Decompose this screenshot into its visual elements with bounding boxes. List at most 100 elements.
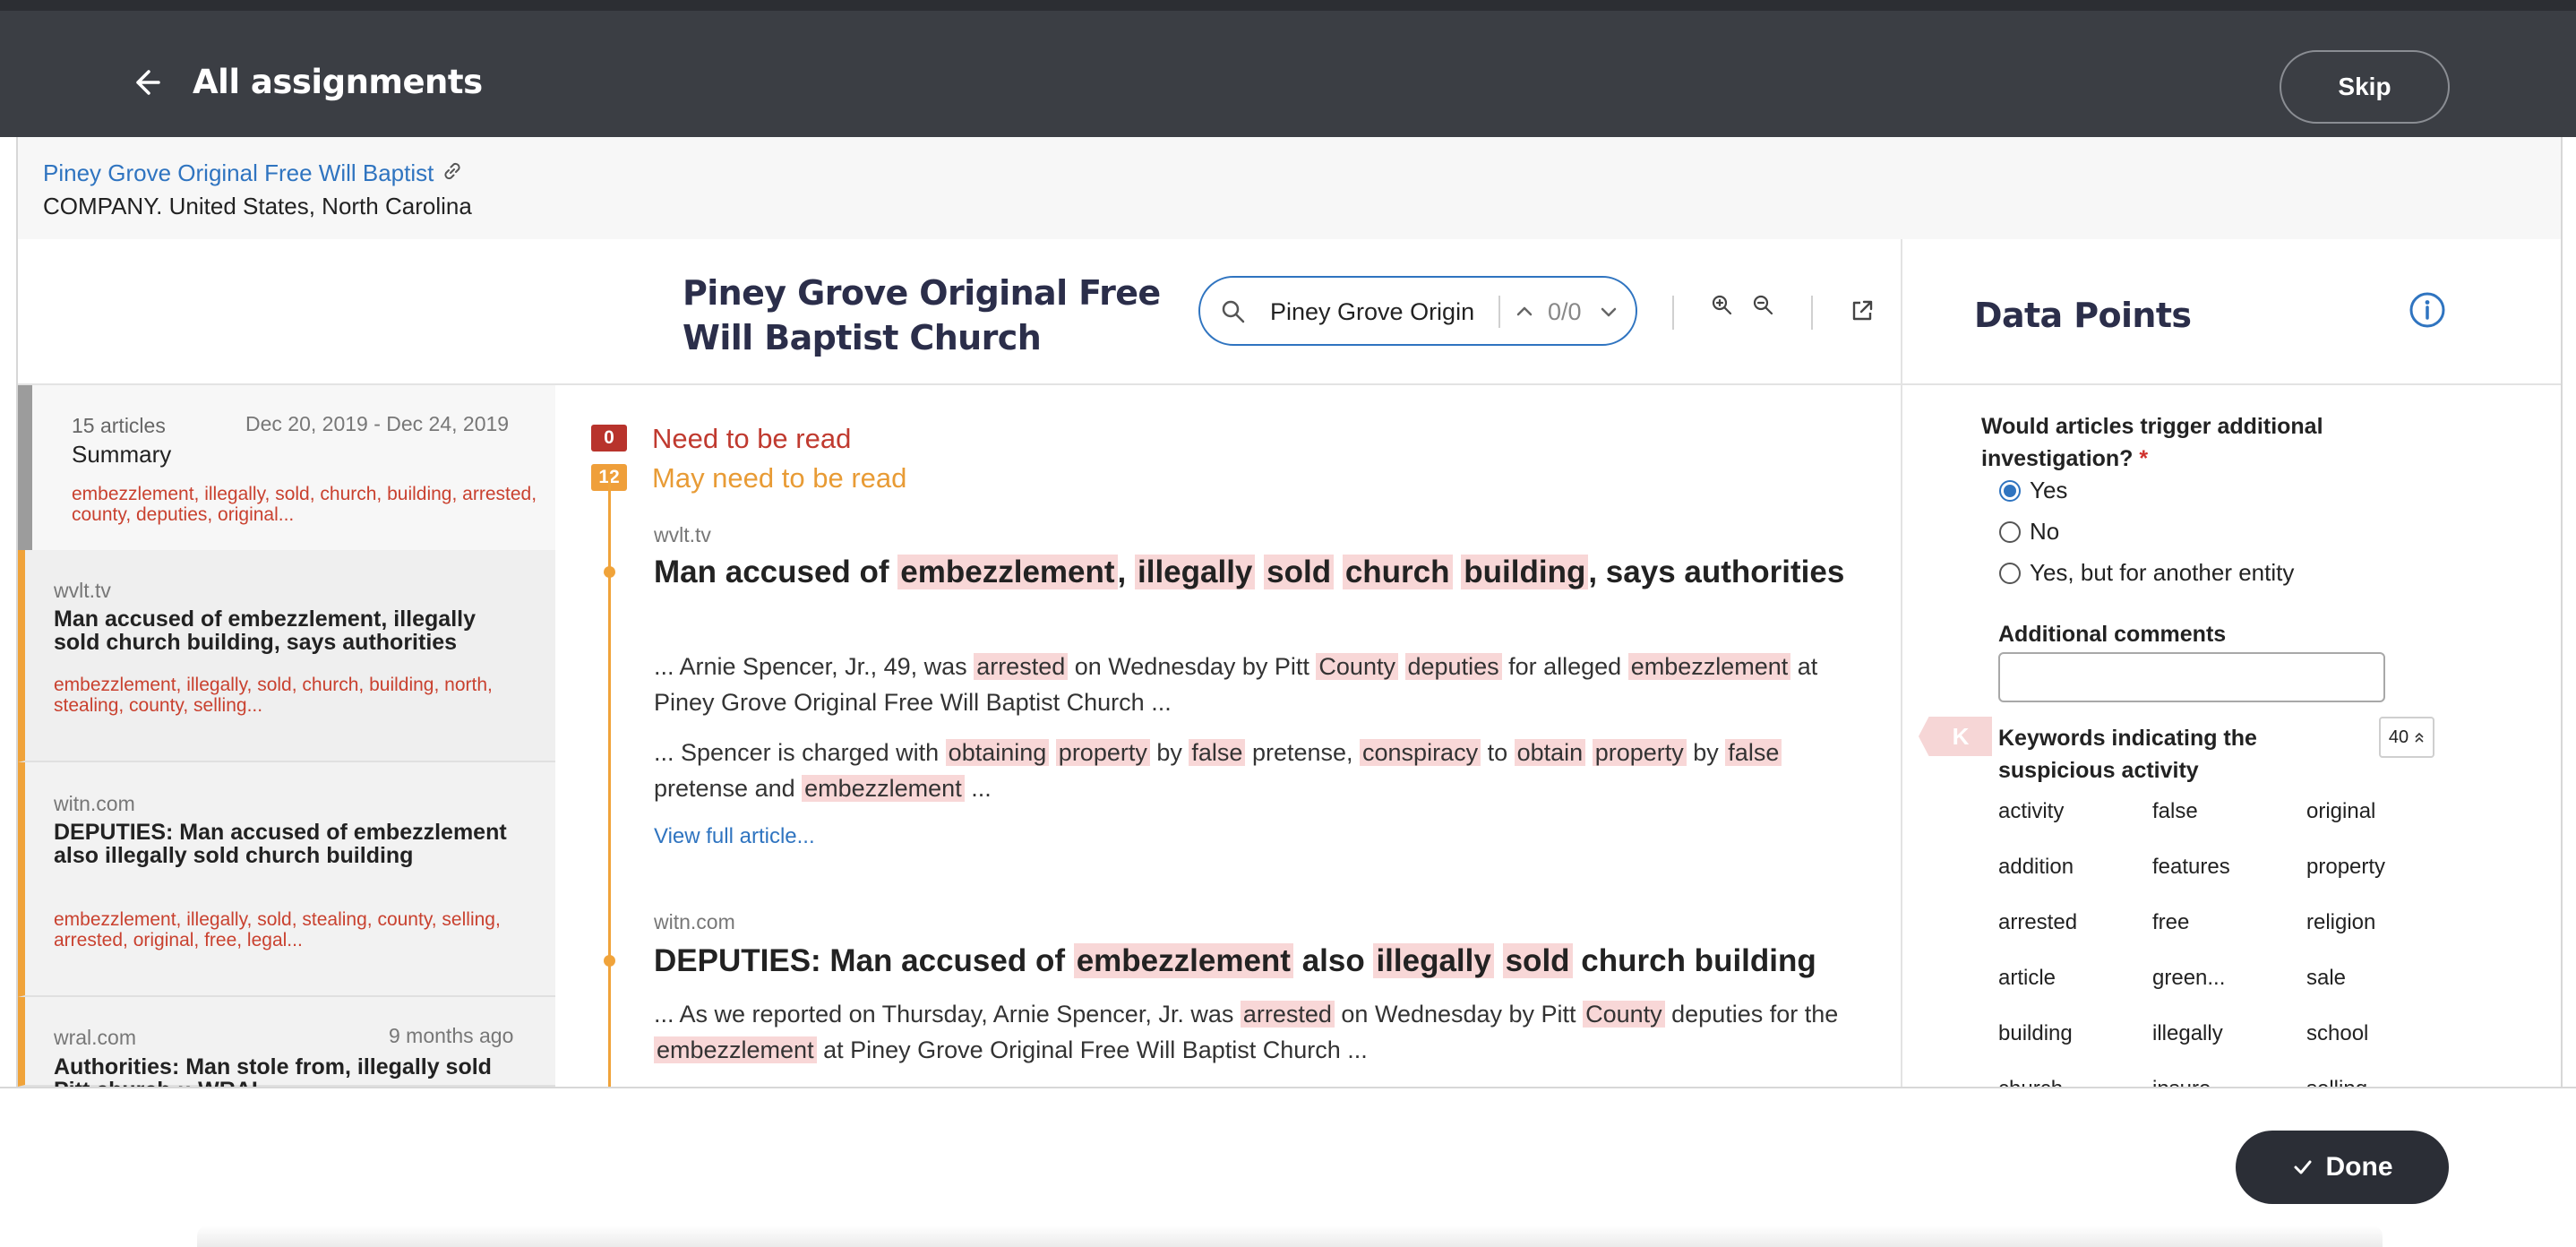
keywords-count: 40 <box>2388 727 2409 747</box>
keyword-highlight: embezzlement <box>897 555 1118 589</box>
keyword-highlight: building <box>1461 555 1589 589</box>
keyword-highlight: arrested <box>974 653 1069 680</box>
article-count: 15 articles <box>72 414 166 437</box>
top-header: All assignments Skip <box>0 0 2576 137</box>
text-segment: at Piney Grove Original Free Will Baptis… <box>816 1036 1368 1063</box>
keyword-item: arrested <box>1998 910 2078 934</box>
text-segment: DEPUTIES: Man accused of <box>654 943 1074 978</box>
zoom-out-icon[interactable] <box>1752 294 1775 317</box>
list-item-source: wral.com <box>54 1026 137 1049</box>
keyword-highlight: false <box>1725 739 1782 766</box>
info-icon[interactable] <box>2408 290 2447 330</box>
panel-divider <box>1901 239 1902 1087</box>
list-item-source: witn.com <box>54 792 135 815</box>
list-item-title: DEPUTIES: Man accused of embezzlement al… <box>54 820 507 868</box>
keyword-highlight: embezzlement <box>802 775 965 802</box>
keyword-item: illegally <box>2152 1021 2223 1045</box>
toolbar-separator <box>1811 296 1813 330</box>
keyword-item: sale <box>2306 966 2347 990</box>
need-read-count-badge: 0 <box>591 425 627 452</box>
text-segment: church building <box>1572 943 1816 978</box>
text-segment <box>1334 555 1343 589</box>
article-title: Man accused of embezzlement, illegally s… <box>654 552 1872 593</box>
chevron-up-icon[interactable] <box>1514 301 1535 322</box>
keywords-label: Keywords indicating the suspicious activ… <box>1998 726 2257 783</box>
keywords-grid: activity false original addition features pro… <box>1998 796 2464 1129</box>
list-item-title: Man accused of embezzlement, illegally s… <box>54 606 476 655</box>
keyword-highlight: conspiracy <box>1360 739 1481 766</box>
list-item-keywords: embezzlement, illegally, sold, stealing,… <box>54 909 501 950</box>
view-full-article-link[interactable]: View full article... <box>654 824 815 849</box>
keyword-highlight: sold <box>1264 555 1335 589</box>
keyword-item: activity <box>1998 799 2065 823</box>
match-count: 0/0 <box>1548 298 1582 325</box>
keyword-highlight: embezzlement <box>1073 943 1293 978</box>
back-arrow-icon[interactable] <box>129 64 165 100</box>
search-icon <box>1222 300 1245 323</box>
radio-label: Yes <box>2030 477 2068 503</box>
article-title: DEPUTIES: Man accused of embezzlement al… <box>654 941 1872 982</box>
text-segment: deputies for the <box>1664 1001 1839 1028</box>
keyword-item: original <box>2306 799 2376 823</box>
search-input[interactable] <box>1270 292 1485 331</box>
keyword-item: addition <box>1998 855 2074 879</box>
text-segment: by <box>1149 739 1189 766</box>
entity-name-link[interactable]: Piney Grove Original Free Will Baptist <box>43 159 434 187</box>
text-segment: pretense, <box>1245 739 1361 766</box>
chevron-down-icon[interactable] <box>1598 301 1619 322</box>
done-button[interactable]: Done <box>2236 1131 2449 1204</box>
zoom-in-icon[interactable] <box>1711 294 1734 317</box>
keyword-highlight: embezzlement <box>654 1036 817 1063</box>
article-source: wvlt.tv <box>654 523 711 546</box>
need-read-label[interactable]: Need to be read <box>652 423 851 455</box>
text-segment: , says authorities <box>1588 555 1845 589</box>
keyword-item: features <box>2152 855 2230 879</box>
radio-option-no[interactable]: No <box>1999 518 2059 546</box>
list-item-keywords: embezzlement, illegally, sold, church, b… <box>54 675 493 716</box>
article-snippet: ... Spencer is charged with obtaining pr… <box>654 735 1872 806</box>
list-item-time: 9 months ago <box>389 1024 514 1047</box>
text-segment: by <box>1686 739 1726 766</box>
comments-input[interactable] <box>1998 652 2385 702</box>
keyword-item: green... <box>2152 966 2226 990</box>
search-divider <box>1498 296 1500 328</box>
text-segment <box>1049 739 1056 766</box>
keyword-highlight: property <box>1592 739 1687 766</box>
radio-button[interactable] <box>1999 562 2021 584</box>
entity-subtitle: COMPANY. United States, North Carolina <box>43 193 472 219</box>
keyword-item: free <box>2152 910 2190 934</box>
document-title: Piney Grove Original Free Will Baptist C… <box>683 273 1161 357</box>
article-snippet: ... Arnie Spencer, Jr., 49, was arrested… <box>654 649 1872 720</box>
article-source: witn.com <box>654 910 735 933</box>
text-segment: ... As we reported on Thursday, Arnie Sp… <box>654 1001 1241 1028</box>
keywords-count-toggle[interactable]: 40 <box>2379 717 2434 758</box>
keyword-item: article <box>1998 966 2057 990</box>
radio-option-another-entity[interactable]: Yes, but for another entity <box>1999 559 2294 587</box>
keyword-highlight: illegally <box>1135 555 1256 589</box>
keyword-highlight: property <box>1055 739 1150 766</box>
keyword-k-badge: K <box>1919 717 1992 756</box>
keyword-highlight: illegally <box>1373 943 1494 978</box>
entity-strip <box>18 137 2561 239</box>
keyword-highlight: false <box>1189 739 1246 766</box>
may-read-label[interactable]: May need to be read <box>652 462 906 494</box>
radio-label: No <box>2030 518 2060 545</box>
summary-title: Summary <box>72 441 172 468</box>
text-segment: Man accused of <box>654 555 898 589</box>
radio-option-yes[interactable]: Yes <box>1999 477 2067 504</box>
radio-button[interactable] <box>1999 479 2021 502</box>
list-item-title: Authorities: Man stole from, illegally s… <box>54 1054 492 1087</box>
keyword-item: property <box>2306 855 2386 879</box>
page-title: All assignments <box>193 63 483 101</box>
open-external-icon[interactable] <box>1849 297 1876 324</box>
keyword-highlight: obtain <box>1514 739 1586 766</box>
text-segment: also <box>1292 943 1374 978</box>
text-segment <box>1453 555 1462 589</box>
radio-button[interactable] <box>1999 520 2021 543</box>
link-icon[interactable] <box>441 159 464 183</box>
skip-button[interactable]: Skip <box>2280 50 2450 124</box>
date-range: Dec 20, 2019 - Dec 24, 2019 <box>245 412 510 435</box>
keyword-item: religion <box>2306 910 2376 934</box>
keyword-highlight: sold <box>1502 943 1573 978</box>
text-segment <box>1585 739 1593 766</box>
